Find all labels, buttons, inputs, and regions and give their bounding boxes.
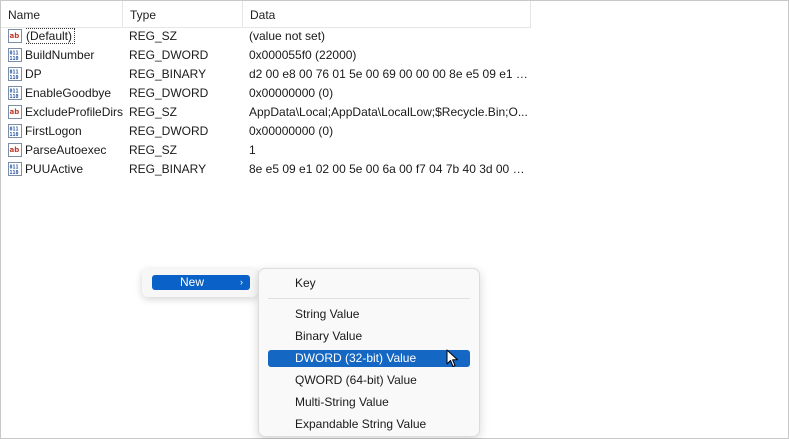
value-data: 0x000055f0 (22000): [249, 48, 357, 62]
value-name: EnableGoodbye: [25, 86, 112, 100]
submenu-item-label: Key: [295, 276, 316, 290]
default-value-label: (Default): [25, 28, 76, 44]
binary-value-icon: 011 110: [8, 162, 22, 176]
submenu-item-dword-value[interactable]: DWORD (32-bit) Value: [268, 350, 470, 367]
submenu-item-expandable-string-value[interactable]: Expandable String Value: [268, 416, 470, 433]
value-row[interactable]: 011 110 BuildNumber REG_DWORD 0x000055f0 (22…: [1, 46, 531, 65]
svg-text:110: 110: [10, 56, 19, 61]
value-row[interactable]: 011 110 PUUActive REG_BINARY 8e e5 09 e1 02 …: [1, 160, 531, 179]
value-data: d2 00 e8 00 76 01 5e 00 69 00 00 00 8e e…: [249, 67, 531, 81]
registry-editor-pane: Name Type Data ab (Default) REG_SZ (value n…: [0, 0, 789, 439]
value-type: REG_SZ: [129, 143, 178, 157]
svg-text:ab: ab: [10, 32, 20, 40]
submenu-item-label: Binary Value: [295, 329, 363, 343]
binary-value-icon: 011 110: [8, 86, 22, 100]
svg-text:110: 110: [10, 94, 19, 99]
column-header-type[interactable]: Type: [123, 1, 248, 27]
string-value-icon: ab: [8, 105, 22, 119]
context-menu: New ›: [142, 269, 258, 297]
value-data: 0x00000000 (0): [249, 124, 334, 138]
svg-text:110: 110: [10, 132, 19, 137]
submenu-item-multi-string-value[interactable]: Multi-String Value: [268, 394, 470, 411]
svg-text:ab: ab: [10, 146, 20, 154]
value-data: 8e e5 09 e1 02 00 5e 00 6a 00 f7 04 7b 4…: [249, 162, 531, 176]
value-type: REG_SZ: [129, 105, 178, 119]
column-header-name[interactable]: Name: [1, 1, 128, 27]
value-name: FirstLogon: [25, 124, 82, 138]
binary-value-icon: 011 110: [8, 124, 22, 138]
list-header: Name Type Data: [1, 1, 531, 28]
svg-text:110: 110: [10, 75, 19, 80]
submenu-item-label: DWORD (32-bit) Value: [295, 351, 417, 365]
menu-item-new[interactable]: New ›: [152, 275, 250, 290]
value-row[interactable]: 011 110 DP REG_BINARY d2 00 e8 00 76 01 5e 0…: [1, 65, 531, 84]
value-name: ExcludeProfileDirs: [25, 105, 123, 119]
svg-text:ab: ab: [10, 108, 20, 116]
value-name: ParseAutoexec: [25, 143, 107, 157]
value-row[interactable]: 011 110 EnableGoodbye REG_DWORD 0x00000000 (…: [1, 84, 531, 103]
menu-separator: [268, 298, 470, 299]
column-divider[interactable]: [530, 1, 531, 27]
submenu-item-label: Expandable String Value: [295, 417, 427, 431]
value-type: REG_DWORD: [129, 48, 209, 62]
value-row[interactable]: ab ParseAutoexec REG_SZ 1: [1, 141, 531, 160]
value-data: 1: [249, 143, 256, 157]
string-value-icon: ab: [8, 29, 22, 43]
value-row[interactable]: ab (Default) REG_SZ (value not set): [1, 27, 531, 46]
value-type: REG_DWORD: [129, 86, 209, 100]
value-row[interactable]: ab ExcludeProfileDirs REG_SZ AppData\Local;…: [1, 103, 531, 122]
binary-value-icon: 011 110: [8, 48, 22, 62]
column-header-data[interactable]: Data: [243, 1, 536, 27]
value-type: REG_SZ: [129, 29, 178, 43]
string-value-icon: ab: [8, 143, 22, 157]
submenu-item-string-value[interactable]: String Value: [268, 306, 470, 323]
value-type: REG_DWORD: [129, 124, 209, 138]
menu-item-new-label: New: [180, 275, 205, 289]
value-name: BuildNumber: [25, 48, 95, 62]
submenu-item-label: String Value: [295, 307, 360, 321]
value-data: (value not set): [249, 29, 326, 43]
submenu-item-binary-value[interactable]: Binary Value: [268, 328, 470, 345]
value-name: (Default): [25, 27, 123, 46]
submenu-item-qword-value[interactable]: QWORD (64-bit) Value: [268, 372, 470, 389]
value-name: PUUActive: [25, 162, 84, 176]
value-type: REG_BINARY: [129, 162, 207, 176]
submenu-item-label: QWORD (64-bit) Value: [295, 373, 417, 387]
mouse-cursor-icon: [446, 349, 460, 372]
value-row[interactable]: 011 110 FirstLogon REG_DWORD 0x00000000 (0): [1, 122, 531, 141]
binary-value-icon: 011 110: [8, 67, 22, 81]
value-type: REG_BINARY: [129, 67, 207, 81]
value-name: DP: [25, 67, 42, 81]
submenu-item-key[interactable]: Key: [268, 275, 470, 292]
submenu-arrow-icon: ›: [240, 277, 243, 287]
value-data: AppData\Local;AppData\LocalLow;$Recycle.…: [249, 105, 528, 119]
svg-text:110: 110: [10, 170, 19, 175]
value-data: 0x00000000 (0): [249, 86, 334, 100]
submenu-item-label: Multi-String Value: [295, 395, 389, 409]
